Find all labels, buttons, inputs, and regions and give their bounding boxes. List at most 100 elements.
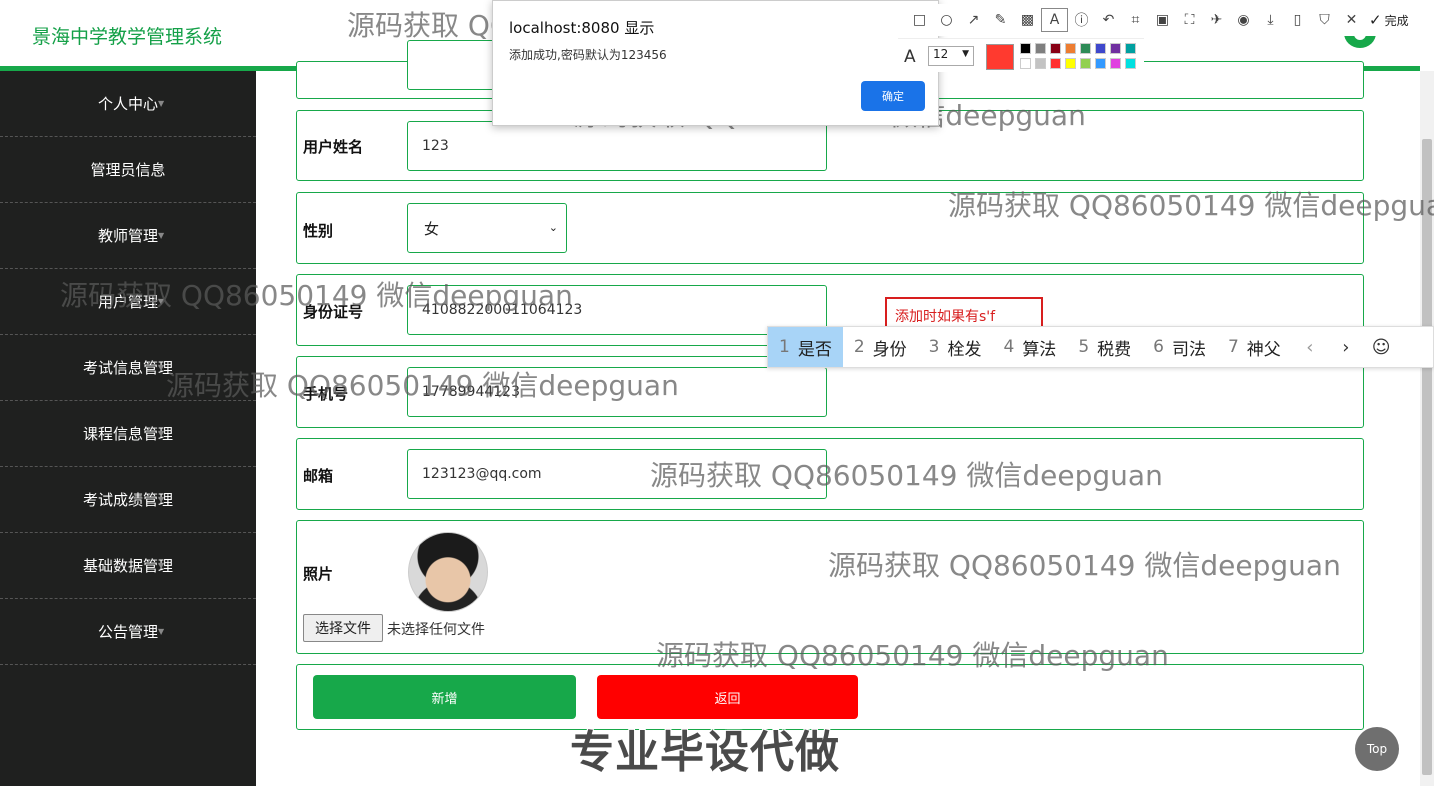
candidate-number: 1	[779, 337, 790, 357]
ocr-icon[interactable]: ▣	[1149, 8, 1176, 32]
name-input[interactable]: 123	[407, 121, 827, 171]
id-number-input[interactable]: 410882200011064123	[407, 285, 827, 335]
sidebar-item-personal-center[interactable]: 个人中心 ▼	[0, 71, 256, 137]
caret-down-icon: ▼	[158, 561, 165, 570]
color-swatch[interactable]	[1020, 43, 1031, 54]
candidate-text: 是否	[797, 339, 832, 360]
caret-down-icon: ▼	[158, 165, 165, 174]
choose-file-button[interactable]: 选择文件	[303, 614, 383, 642]
watermark-big-text: 专业毕设代做	[570, 727, 840, 778]
sidebar-item-announcements[interactable]: 公告管理 ▼	[0, 599, 256, 665]
photo-preview	[408, 532, 488, 612]
ime-candidate[interactable]: 6 司法	[1142, 327, 1217, 367]
color-swatch[interactable]	[1110, 43, 1121, 54]
chevron-right-icon[interactable]: ›	[1328, 337, 1364, 358]
candidate-text: 身份	[872, 339, 907, 360]
form-row-email: 邮箱 123123@qq.com	[296, 438, 1364, 510]
color-swatch[interactable]	[1020, 58, 1031, 69]
candidate-text: 司法	[1171, 339, 1206, 360]
color-swatch[interactable]	[1065, 43, 1076, 54]
phone-icon[interactable]: ▯	[1284, 8, 1311, 32]
color-swatch[interactable]	[1095, 43, 1106, 54]
chevron-left-icon[interactable]: ‹	[1292, 337, 1328, 358]
alert-ok-button[interactable]: 确定	[861, 81, 925, 111]
download-icon[interactable]: ⤓	[1257, 8, 1284, 32]
caret-down-icon: ▼	[158, 363, 165, 372]
check-icon: ✓	[1369, 11, 1382, 29]
caret-down-icon: ▼	[158, 297, 165, 306]
undo-icon[interactable]: ↶	[1095, 8, 1122, 32]
candidate-number: 6	[1153, 337, 1164, 357]
screenshot-toolbar: □ ○ ↗ ✎ ▩ A ⓘ ↶ ⌗ ▣ ⛶ ✈ ◉ ⤓ ▯ ⛉ ✕ ✓ 完成	[898, 4, 1434, 36]
current-color-swatch[interactable]	[986, 44, 1014, 70]
color-swatch[interactable]	[1035, 58, 1046, 69]
arrow-tool-icon[interactable]: ↗	[960, 8, 987, 32]
ime-candidate[interactable]: 5 税费	[1067, 327, 1142, 367]
page-scrollbar[interactable]	[1420, 71, 1434, 786]
candidate-text: 税费	[1097, 339, 1132, 360]
gender-select[interactable]: 女 ⌄	[407, 203, 567, 253]
color-swatch[interactable]	[1125, 58, 1136, 69]
sidebar-item-user-management[interactable]: 用户管理 ▼	[0, 269, 256, 335]
sidebar-item-label: 教师管理	[97, 227, 158, 245]
font-size-select[interactable]: 12 ▼	[928, 46, 974, 66]
photo-label: 照片	[303, 565, 334, 583]
ime-candidate[interactable]: 1 是否	[768, 327, 843, 367]
candidate-number: 3	[928, 337, 940, 357]
color-swatch[interactable]	[1095, 58, 1106, 69]
mosaic-tool-icon[interactable]: ▩	[1014, 8, 1041, 32]
chevron-down-icon: ▼	[962, 49, 969, 59]
sidebar-item-exam-scores[interactable]: 考试成绩管理 ▼	[0, 467, 256, 533]
color-swatch[interactable]	[1110, 58, 1121, 69]
color-swatch[interactable]	[1050, 43, 1061, 54]
pen-tool-icon[interactable]: ✎	[987, 8, 1014, 32]
font-icon: A	[904, 47, 916, 67]
number-tool-icon[interactable]: ⓘ	[1068, 8, 1095, 32]
sidebar-item-base-data[interactable]: 基础数据管理 ▼	[0, 533, 256, 599]
sidebar-item-teacher-management[interactable]: 教师管理 ▼	[0, 203, 256, 269]
rectangle-tool-icon[interactable]: □	[906, 8, 933, 32]
sidebar-item-course-info[interactable]: 课程信息管理 ▼	[0, 401, 256, 467]
record-icon[interactable]: ◉	[1230, 8, 1257, 32]
app-title: 景海中学教学管理系统	[32, 26, 223, 48]
sidebar-item-label: 个人中心	[97, 95, 158, 113]
alert-dialog: localhost:8080 显示 添加成功,密码默认为123456 确定	[492, 0, 939, 126]
email-label: 邮箱	[303, 467, 334, 485]
ime-candidate[interactable]: 7 神父	[1217, 327, 1292, 367]
ime-candidate[interactable]: 2 身份	[843, 327, 918, 367]
back-to-top-button[interactable]: Top	[1355, 727, 1399, 771]
done-button[interactable]: ✓ 完成	[1369, 11, 1409, 29]
color-swatch[interactable]	[1125, 43, 1136, 54]
pin-icon[interactable]: ✈	[1203, 8, 1230, 32]
sidebar-item-admin-info[interactable]: 管理员信息 ▼	[0, 137, 256, 203]
back-button[interactable]: 返回	[597, 675, 858, 719]
sidebar-item-exam-info[interactable]: 考试信息管理 ▼	[0, 335, 256, 401]
phone-input[interactable]: 17789944123	[407, 367, 827, 417]
sidebar-item-label: 管理员信息	[90, 161, 166, 179]
color-swatch[interactable]	[1080, 43, 1091, 54]
scrollbar-thumb[interactable]	[1422, 139, 1432, 775]
crop-icon[interactable]: ⌗	[1122, 8, 1149, 32]
gender-selected-value: 女	[424, 219, 440, 238]
email-input[interactable]: 123123@qq.com	[407, 449, 827, 499]
ime-candidate-bar: 1 是否 2 身份 3 栓发 4 算法 5 税费 6 司法 7 神父 ‹ › ☺	[767, 326, 1434, 368]
gender-label: 性别	[303, 222, 334, 240]
ime-candidate[interactable]: 4 算法	[992, 327, 1067, 367]
ime-candidate[interactable]: 3 栓发	[918, 327, 993, 367]
caret-down-icon: ▼	[158, 627, 165, 636]
color-swatch[interactable]	[1050, 58, 1061, 69]
add-button[interactable]: 新增	[313, 675, 576, 719]
ellipse-tool-icon[interactable]: ○	[933, 8, 960, 32]
sidebar-item-label: 用户管理	[97, 293, 158, 311]
color-swatch[interactable]	[1080, 58, 1091, 69]
close-icon[interactable]: ✕	[1338, 8, 1365, 32]
emoji-icon[interactable]: ☺	[1372, 337, 1391, 358]
text-annotation-box[interactable]: 添加时如果有s'f	[885, 297, 1043, 329]
caret-down-icon: ▼	[158, 429, 165, 438]
long-screenshot-icon[interactable]: ⛶	[1176, 8, 1203, 32]
bookmark-icon[interactable]: ⛉	[1311, 8, 1338, 32]
sidebar-item-label: 公告管理	[97, 623, 158, 641]
text-tool-icon[interactable]: A	[1041, 8, 1068, 32]
color-swatch[interactable]	[1065, 58, 1076, 69]
color-swatch[interactable]	[1035, 43, 1046, 54]
